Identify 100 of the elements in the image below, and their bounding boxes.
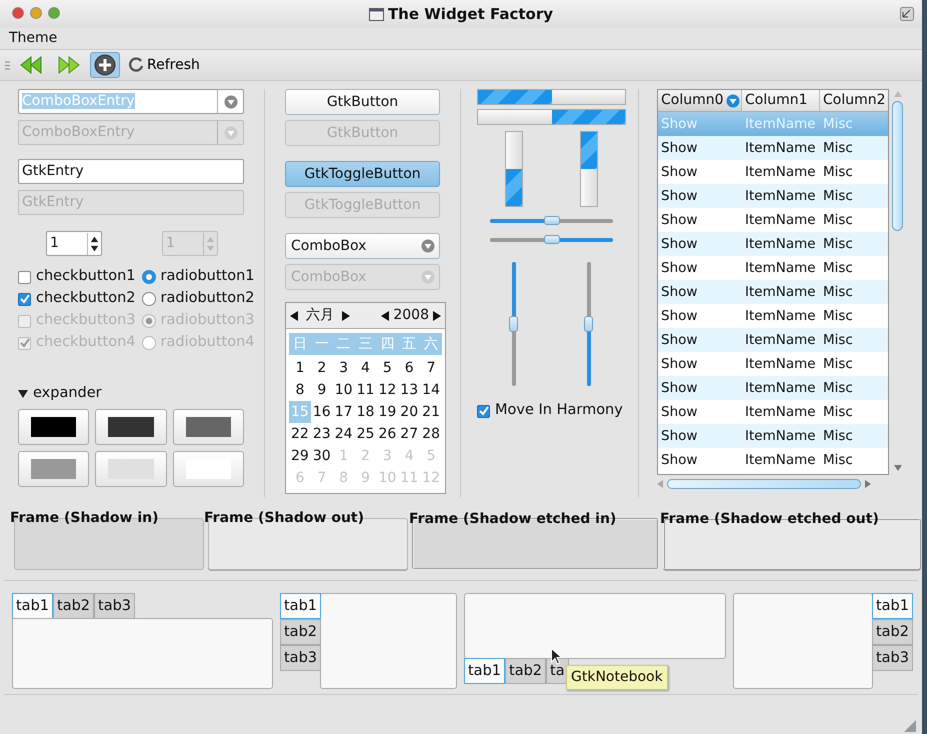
table-row[interactable]: Show ItemName Misc — [658, 208, 888, 232]
tab[interactable]: tab2 — [505, 658, 546, 684]
column-header[interactable]: Column2 — [820, 90, 888, 111]
table-row[interactable]: Show ItemName Misc — [658, 232, 888, 256]
tab[interactable]: tab3 — [872, 645, 913, 671]
slider[interactable] — [512, 262, 516, 386]
color-button[interactable] — [172, 409, 244, 445]
calendar-day[interactable]: 16 — [310, 401, 333, 423]
slider-thumb[interactable] — [584, 316, 593, 332]
slider[interactable] — [490, 238, 613, 242]
vertical-scrollbar[interactable] — [892, 101, 903, 231]
calendar-day[interactable]: 19 — [376, 401, 398, 423]
calendar-day[interactable]: 23 — [310, 423, 333, 445]
spin-arrows-icon[interactable] — [87, 232, 101, 254]
color-button[interactable] — [18, 451, 90, 487]
table-row[interactable]: Show ItemName Misc — [658, 376, 888, 400]
calendar-day[interactable]: 5 — [380, 357, 394, 379]
scroll-down-icon[interactable] — [894, 465, 902, 471]
calendar-day[interactable]: 2 — [315, 357, 328, 379]
calendar-day[interactable]: 18 — [354, 401, 376, 423]
color-button[interactable] — [172, 451, 244, 487]
slider-thumb[interactable] — [544, 216, 560, 225]
close-icon[interactable] — [12, 7, 24, 19]
tab[interactable]: tab1 — [464, 658, 506, 684]
radio-button[interactable]: radiobutton2 — [142, 288, 255, 310]
table-row[interactable]: Show ItemName Misc — [658, 352, 888, 376]
table-row[interactable]: Show ItemName Misc — [658, 424, 888, 448]
color-button[interactable] — [18, 409, 90, 445]
button[interactable]: GtkButton — [285, 89, 440, 115]
add-button[interactable] — [90, 52, 120, 78]
calendar-day[interactable]: 7 — [424, 357, 438, 379]
slider-thumb[interactable] — [509, 316, 518, 332]
calendar-day[interactable]: 20 — [398, 401, 420, 423]
tab[interactable]: tab2 — [872, 619, 913, 645]
maximize-icon[interactable] — [48, 7, 60, 19]
checkbox[interactable]: Move In Harmony — [477, 400, 626, 422]
calendar-day[interactable]: 28 — [420, 423, 442, 445]
scroll-left-icon[interactable] — [657, 480, 663, 488]
calendar-day[interactable]: 6 — [402, 357, 416, 379]
scroll-up-icon[interactable] — [894, 91, 902, 97]
column-header[interactable]: Column0 — [658, 90, 742, 111]
tab[interactable]: tab1 — [280, 593, 322, 619]
tab[interactable]: tab3 — [94, 593, 136, 619]
tab[interactable]: tab2 — [280, 619, 322, 645]
table-row[interactable]: Show ItemName Misc — [658, 184, 888, 208]
calendar-day[interactable]: 30 — [310, 445, 333, 467]
tab[interactable]: tab2 — [53, 593, 94, 619]
tab[interactable]: tab1 — [872, 593, 913, 619]
calendar-day[interactable]: 3 — [337, 357, 350, 379]
next-year-icon[interactable] — [433, 310, 441, 320]
combo-box[interactable]: ComboBox — [285, 233, 440, 259]
spin-button[interactable]: 1 — [46, 231, 102, 256]
color-button[interactable] — [95, 451, 167, 487]
expander[interactable]: expander — [18, 383, 244, 405]
minimize-icon[interactable] — [30, 7, 42, 19]
toggle-button[interactable]: GtkToggleButton — [285, 161, 440, 187]
refresh-button[interactable]: Refresh — [124, 52, 204, 78]
tab[interactable]: tab1 — [12, 593, 54, 619]
calendar-day[interactable]: 22 — [289, 423, 311, 445]
calendar-day[interactable]: 1 — [293, 357, 306, 379]
table-row[interactable]: Show ItemName Misc — [658, 328, 888, 352]
calendar-day[interactable]: 26 — [376, 423, 398, 445]
calendar-day[interactable]: 21 — [420, 401, 442, 423]
restore-icon[interactable] — [900, 7, 914, 21]
next-month-icon[interactable] — [342, 310, 350, 320]
calendar-day[interactable]: 11 — [354, 379, 376, 401]
calendar-day[interactable]: 10 — [332, 379, 355, 401]
column-header[interactable]: Column1 — [742, 90, 820, 111]
calendar-day[interactable]: 13 — [398, 379, 420, 401]
calendar-day[interactable]: 8 — [293, 379, 306, 401]
table-row[interactable]: Show ItemName Misc — [658, 256, 888, 280]
table-row[interactable]: Show ItemName Misc — [658, 160, 888, 184]
previous-month-icon[interactable] — [290, 310, 298, 320]
table-row[interactable]: Show ItemName Misc — [658, 448, 888, 472]
slider[interactable] — [490, 219, 613, 223]
calendar-day[interactable]: 17 — [332, 401, 355, 423]
radio-button[interactable]: radiobutton1 — [142, 266, 255, 288]
calendar-day[interactable]: 27 — [398, 423, 420, 445]
calendar-day[interactable]: 25 — [354, 423, 376, 445]
tab[interactable]: tab3 — [280, 645, 322, 671]
menu-item[interactable]: Theme — [9, 28, 58, 49]
table-row[interactable]: Show ItemName Misc — [658, 136, 888, 160]
slider[interactable] — [586, 262, 591, 386]
previous-year-icon[interactable] — [381, 310, 390, 320]
calendar-day[interactable]: 9 — [315, 379, 328, 401]
table-row[interactable]: Show ItemName Misc — [658, 304, 888, 328]
checkbox[interactable]: checkbutton1 — [18, 266, 136, 288]
table-row[interactable]: Show ItemName Misc — [658, 280, 888, 304]
calendar-day[interactable]: 12 — [376, 379, 398, 401]
number-input[interactable]: 1 — [47, 233, 87, 254]
calendar-day[interactable]: 24 — [332, 423, 355, 445]
color-button[interactable] — [95, 409, 167, 445]
slider-thumb[interactable] — [544, 235, 560, 244]
calendar-day[interactable]: 29 — [289, 445, 311, 467]
calendar-day[interactable]: 4 — [359, 357, 372, 379]
table-row[interactable]: Show ItemName Misc — [658, 400, 888, 424]
checkbox[interactable]: checkbutton2 — [18, 288, 136, 310]
calendar-day[interactable]: 14 — [420, 379, 442, 401]
horizontal-scrollbar[interactable] — [667, 479, 861, 489]
scroll-right-icon[interactable] — [865, 480, 871, 488]
